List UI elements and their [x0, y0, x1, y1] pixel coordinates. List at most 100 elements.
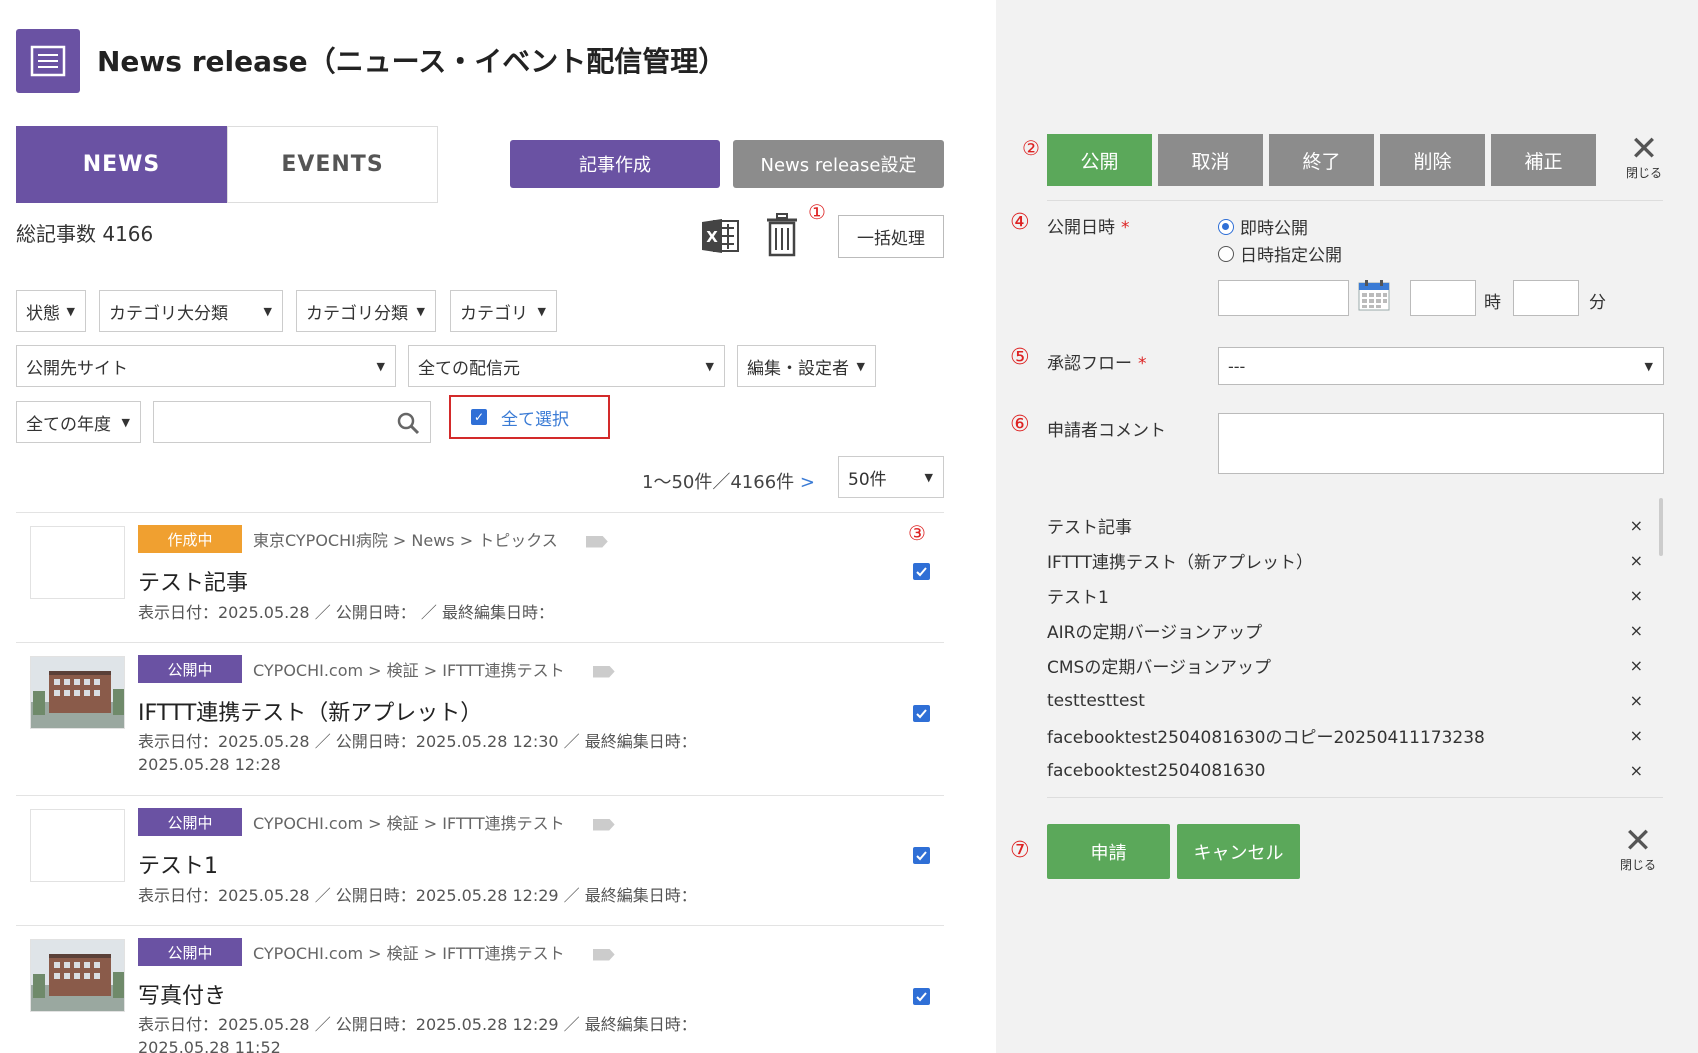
article-checkbox[interactable]	[913, 847, 930, 864]
selected-item: テスト記事 ×	[1047, 508, 1663, 543]
annotation-marker-6: ⑥	[1010, 412, 1030, 437]
remove-icon[interactable]: ×	[1630, 656, 1643, 675]
article-title[interactable]: 写真付き	[138, 978, 226, 1010]
article-row[interactable]: 公開中 CYPOCHI.com > 検証 > IFTTT連携テスト 写真付き 表…	[16, 925, 944, 1053]
applicant-comment-textarea[interactable]	[1218, 413, 1664, 474]
article-row[interactable]: 公開中 CYPOCHI.com > 検証 > IFTTT連携テスト IFTTT連…	[16, 642, 944, 795]
publish-date-input[interactable]	[1218, 280, 1349, 316]
dropdown-arrow-icon: ▼	[376, 360, 385, 373]
excel-export-icon[interactable]: X	[700, 216, 740, 256]
apply-button[interactable]: 申請	[1047, 824, 1170, 879]
selected-item-title: facebooktest2504081630	[1047, 760, 1266, 781]
end-action-button[interactable]: 終了	[1269, 134, 1374, 186]
radio-publish-scheduled-label: 日時指定公開	[1240, 246, 1342, 266]
checkbox-checked-icon[interactable]: ✓	[471, 409, 487, 425]
remove-icon[interactable]: ×	[1630, 761, 1643, 780]
annotation-marker-5: ⑤	[1010, 345, 1030, 370]
news-release-settings-button[interactable]: News release設定	[733, 140, 944, 188]
selected-item-title: AIRの定期バージョンアップ	[1047, 623, 1263, 643]
radio-publish-scheduled[interactable]: 日時指定公開	[1218, 241, 1342, 266]
publish-hour-input[interactable]	[1410, 280, 1476, 316]
article-breadcrumb: CYPOCHI.com > 検証 > IFTTT連携テスト	[253, 810, 615, 834]
cancel-button[interactable]: キャンセル	[1177, 824, 1300, 879]
article-list: 作成中 東京CYPOCHI病院 > News > トピックス ③ テスト記事 表…	[16, 512, 944, 1053]
publish-site-select[interactable]: 公開先サイト ▼	[16, 345, 396, 387]
tag-icon	[585, 535, 608, 548]
remove-icon[interactable]: ×	[1630, 551, 1643, 570]
annotation-marker-1: ①	[808, 200, 826, 224]
selected-item-title: CMSの定期バージョンアップ	[1047, 658, 1271, 678]
dropdown-arrow-icon: ▼	[416, 305, 425, 318]
radio-selected-icon[interactable]	[1218, 218, 1234, 235]
remove-icon[interactable]: ×	[1630, 621, 1643, 640]
remove-icon[interactable]: ×	[1630, 726, 1643, 745]
revoke-action-button[interactable]: 取消	[1158, 134, 1263, 186]
dropdown-arrow-icon: ▼	[121, 416, 130, 429]
status-filter-select[interactable]: 状態 ▼	[16, 290, 86, 332]
calendar-icon[interactable]	[1358, 279, 1390, 311]
select-all-checkbox[interactable]: ✓ 全て選択	[449, 395, 610, 439]
tag-icon	[592, 818, 615, 831]
selected-item-title: テスト1	[1047, 588, 1109, 608]
source-value: 全ての配信元	[418, 358, 520, 379]
remove-icon[interactable]: ×	[1630, 691, 1643, 710]
article-meta: 表示日付：2025.05.28 ／ 公開日時：2025.05.28 12:30 …	[138, 732, 697, 774]
required-marker: *	[1121, 218, 1130, 238]
article-row[interactable]: 公開中 CYPOCHI.com > 検証 > IFTTT連携テスト テスト1 表…	[16, 795, 944, 925]
news-list-panel: News release（ニュース・イベント配信管理） NEWS EVENTS …	[0, 0, 996, 1053]
publish-minute-input[interactable]	[1513, 280, 1579, 316]
next-page-link[interactable]: >	[800, 472, 815, 493]
bulk-action-panel: ② 公開 取消 終了 削除 補正 ✕ 閉じる ④ 公開日時 * 即時公開 日時指定…	[996, 0, 1698, 1053]
article-title[interactable]: テスト1	[138, 848, 218, 880]
trash-icon[interactable]	[765, 213, 799, 257]
dropdown-arrow-icon: ▼	[924, 471, 933, 484]
article-checkbox[interactable]	[913, 705, 930, 722]
article-thumbnail	[30, 526, 125, 599]
close-panel-button-bottom[interactable]: ✕ 閉じる	[1620, 824, 1656, 873]
year-select[interactable]: 全ての年度 ▼	[16, 401, 141, 443]
tab-news[interactable]: NEWS	[16, 126, 227, 203]
close-label: 閉じる	[1626, 166, 1663, 180]
correct-action-button[interactable]: 補正	[1491, 134, 1596, 186]
remove-icon[interactable]: ×	[1630, 586, 1643, 605]
remove-icon[interactable]: ×	[1630, 516, 1643, 535]
article-crumb-text: CYPOCHI.com > 検証 > IFTTT連携テスト	[253, 814, 565, 833]
article-row[interactable]: 作成中 東京CYPOCHI病院 > News > トピックス ③ テスト記事 表…	[16, 512, 944, 642]
publish-site-value: 公開先サイト	[26, 358, 128, 379]
search-icon[interactable]	[396, 411, 420, 435]
article-checkbox[interactable]	[913, 988, 930, 1005]
delete-action-button[interactable]: 削除	[1380, 134, 1485, 186]
category-select[interactable]: カテゴリ ▼	[450, 290, 557, 332]
dropdown-arrow-icon: ▼	[705, 360, 714, 373]
editor-select[interactable]: 編集・設定者 ▼	[737, 345, 876, 387]
bulk-process-button[interactable]: 一括処理	[838, 215, 944, 258]
per-page-select[interactable]: 50件 ▼	[838, 456, 944, 498]
year-value: 全ての年度	[26, 414, 111, 435]
radio-unselected-icon[interactable]	[1218, 245, 1234, 262]
close-icon: ✕	[1629, 129, 1659, 169]
source-select[interactable]: 全ての配信元 ▼	[408, 345, 725, 387]
pagination-info: 1～50件／4166件 >	[642, 468, 815, 494]
category-class-select[interactable]: カテゴリ分類 ▼	[296, 290, 436, 332]
selected-item: IFTTT連携テスト（新アプレット） ×	[1047, 543, 1663, 578]
selected-item-title: テスト記事	[1047, 518, 1132, 538]
category-major-select[interactable]: カテゴリ大分類 ▼	[99, 290, 283, 332]
minute-label: 分	[1589, 293, 1606, 313]
publish-action-button[interactable]: 公開	[1047, 134, 1152, 186]
publish-date-label: 公開日時 *	[1047, 213, 1130, 238]
approval-flow-select[interactable]: --- ▼	[1218, 347, 1664, 385]
keyword-search-input[interactable]	[153, 401, 431, 443]
close-panel-button[interactable]: ✕ 閉じる	[1626, 129, 1663, 181]
selected-item: testtesttest ×	[1047, 683, 1663, 718]
category-major-value: カテゴリ大分類	[109, 303, 228, 324]
article-title[interactable]: テスト記事	[138, 565, 248, 597]
tab-events[interactable]: EVENTS	[227, 126, 438, 203]
article-title[interactable]: IFTTT連携テスト（新アプレット）	[138, 695, 482, 727]
create-article-button[interactable]: 記事作成	[510, 140, 720, 188]
divider	[1047, 200, 1663, 201]
article-meta: 表示日付：2025.05.28 ／ 公開日時：2025.05.28 12:29 …	[138, 886, 697, 905]
article-checkbox[interactable]	[913, 563, 930, 580]
radio-publish-now[interactable]: 即時公開	[1218, 214, 1308, 239]
article-photo-thumbnail	[30, 939, 125, 1012]
per-page-value: 50件	[848, 469, 887, 490]
